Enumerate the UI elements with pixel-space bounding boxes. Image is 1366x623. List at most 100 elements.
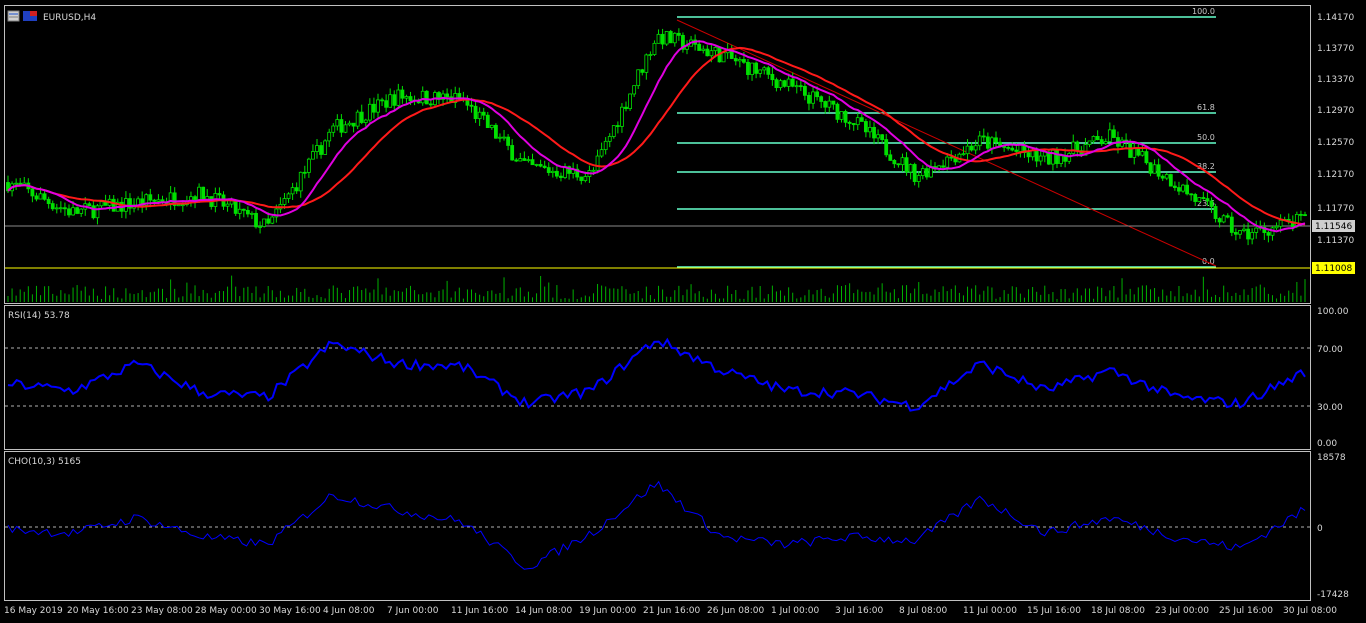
candle-body	[644, 54, 649, 73]
candle-body	[1059, 155, 1063, 164]
candle-body	[270, 216, 275, 224]
candle-body	[807, 94, 811, 104]
cho-label: CHO(10,3) 5165	[8, 457, 81, 467]
candle-body	[506, 136, 510, 146]
candle-body	[530, 159, 535, 166]
candle-body	[477, 111, 482, 120]
candle-body	[335, 119, 340, 127]
candle-body	[892, 159, 897, 165]
candle-body	[542, 165, 547, 168]
candle-body	[620, 106, 624, 127]
candle-body	[823, 101, 828, 108]
candle-body	[628, 93, 632, 110]
candle-body	[579, 176, 584, 181]
candle-body	[872, 126, 876, 139]
chart-window-icon[interactable]	[7, 10, 20, 22]
candle-body	[1177, 187, 1181, 192]
candle-body	[302, 171, 307, 174]
candle-body	[363, 119, 368, 123]
candle-body	[831, 100, 836, 105]
candle-body	[790, 78, 795, 87]
price-tick: 1.14170	[1317, 13, 1354, 23]
candle-body	[985, 136, 990, 149]
cho-tick: 18578	[1317, 453, 1346, 463]
candle-body	[176, 204, 181, 207]
fibo-label-100: 100.0	[1192, 7, 1215, 16]
candle-body	[250, 212, 254, 215]
candle-body	[286, 193, 291, 199]
price-axis: 1.14170 1.13770 1.13370 1.12970 1.12570 …	[1312, 13, 1355, 274]
candle-body	[152, 199, 157, 202]
candle-body	[1038, 155, 1043, 162]
candle-body	[339, 119, 344, 133]
candle-body	[315, 145, 319, 152]
candle-body	[424, 90, 429, 105]
candle-body	[1144, 151, 1149, 164]
candle-body	[420, 90, 425, 104]
candle-body	[591, 169, 596, 172]
price-panel[interactable]	[4, 5, 1311, 304]
price-tick: 1.11370	[1317, 236, 1354, 246]
cho-panel[interactable]	[4, 451, 1311, 601]
candle-body	[323, 140, 328, 155]
candle-body	[306, 158, 311, 173]
candle-body	[632, 85, 637, 95]
candle-body	[648, 54, 653, 56]
time-tick: 11 Jul 00:00	[963, 606, 1017, 616]
time-tick: 23 May 08:00	[131, 606, 193, 616]
candle-body	[225, 203, 230, 207]
candle-body	[408, 96, 413, 102]
candle-body	[294, 187, 299, 192]
flag-icon	[23, 11, 37, 21]
candle-body	[1213, 206, 1218, 219]
candle-body	[758, 69, 763, 74]
candle-body	[282, 198, 287, 205]
candle-body	[676, 32, 681, 36]
candle-body	[652, 42, 657, 55]
candle-body	[1181, 184, 1185, 192]
fibo-label-50: 50.0	[1197, 133, 1215, 142]
candle-body	[245, 209, 250, 215]
candle-body	[1014, 149, 1019, 152]
candle-body	[1238, 230, 1242, 235]
candle-body	[908, 164, 913, 173]
candle-body	[1099, 139, 1104, 145]
candle-body	[1026, 152, 1031, 158]
candle-body	[660, 33, 665, 45]
time-tick: 21 Jun 16:00	[643, 606, 700, 616]
candle-body	[1140, 151, 1145, 156]
candle-body	[554, 170, 559, 177]
candle-body	[331, 125, 336, 133]
candle-body	[916, 175, 921, 182]
candle-body	[705, 48, 710, 57]
candle-body	[237, 208, 242, 214]
price-tick: 1.12170	[1317, 170, 1354, 180]
candle-body	[778, 80, 783, 88]
candle-body	[713, 46, 718, 52]
candle-body	[961, 153, 966, 156]
candle-body	[900, 157, 905, 166]
candle-body	[994, 137, 998, 143]
candle-body	[859, 117, 864, 122]
candle-body	[510, 145, 515, 161]
candle-body	[355, 111, 360, 127]
candle-body	[1168, 174, 1173, 187]
candle-body	[847, 121, 852, 124]
candle-body	[1185, 184, 1189, 195]
rsi-panel[interactable]	[4, 305, 1311, 450]
candle-body	[863, 121, 868, 133]
candle-body	[514, 159, 519, 162]
candle-body	[14, 182, 19, 185]
candle-body	[327, 131, 332, 142]
candle-body	[156, 199, 161, 202]
candle-body	[396, 89, 401, 106]
candle-body	[1221, 215, 1226, 223]
trading-chart[interactable]: EURUSD,H4 100.0 61.8 50.0 38.2 23.6 0.0 …	[0, 0, 1366, 623]
candle-body	[38, 193, 43, 200]
candle-body	[868, 126, 872, 133]
rsi-tick: 70.00	[1317, 345, 1343, 355]
candle-body	[803, 85, 807, 96]
candle-body	[241, 208, 246, 211]
candle-body	[912, 164, 917, 182]
rsi-label: RSI(14) 53.78	[8, 311, 70, 321]
